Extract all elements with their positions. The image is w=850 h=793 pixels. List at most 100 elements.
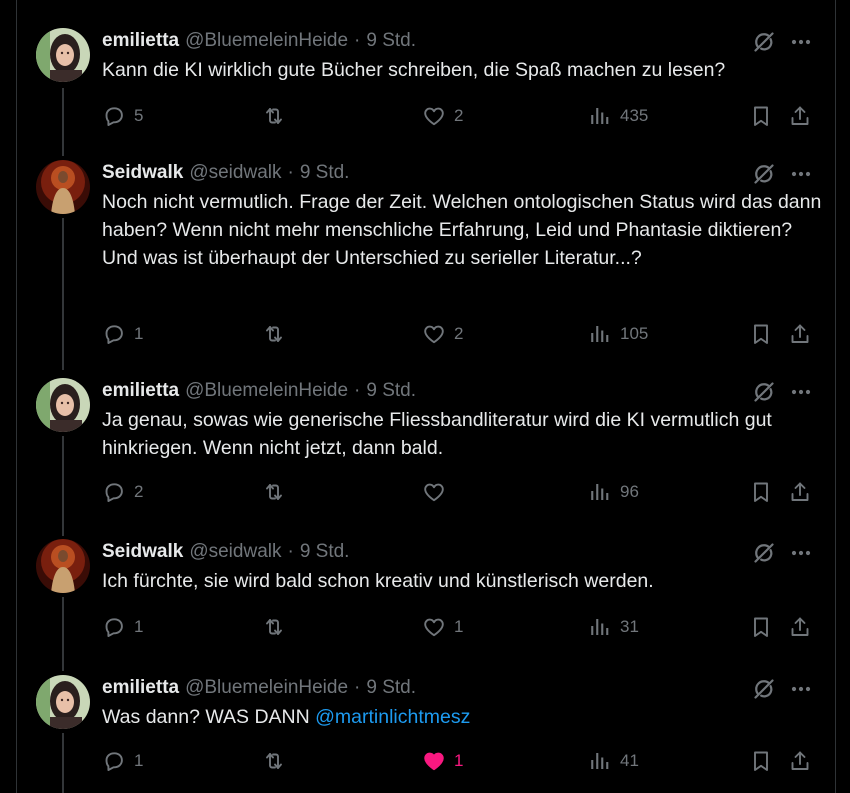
tweet[interactable]: Seidwalk @seidwalk · 9 Std. Ich fürchte,… — [16, 539, 836, 649]
analytics-icon — [588, 480, 612, 504]
bookmark-icon — [749, 322, 773, 346]
more-options-icon[interactable] — [788, 30, 814, 54]
grok-icon[interactable] — [752, 541, 776, 565]
reply-button[interactable]: 1 — [102, 613, 143, 641]
author-handle[interactable]: @seidwalk — [189, 162, 281, 184]
grok-icon[interactable] — [752, 30, 776, 54]
share-icon — [788, 322, 812, 346]
bookmark-button[interactable] — [749, 102, 773, 130]
reply-button[interactable]: 5 — [102, 102, 143, 130]
share-button[interactable] — [788, 613, 812, 641]
views-button[interactable]: 105 — [588, 320, 648, 348]
bookmark-icon — [749, 480, 773, 504]
author-name[interactable]: emilietta — [102, 677, 179, 699]
retweet-button[interactable] — [262, 613, 294, 641]
analytics-icon — [588, 104, 612, 128]
reply-icon — [102, 615, 126, 639]
reply-button[interactable]: 1 — [102, 747, 143, 775]
reply-icon — [102, 480, 126, 504]
like-button[interactable] — [422, 478, 454, 506]
tweet[interactable]: Seidwalk @seidwalk · 9 Std. Noch nicht v… — [16, 160, 836, 360]
tweet-text: Was dann? WAS DANN @martinlichtmesz — [102, 703, 822, 731]
tweet[interactable]: emilietta @BluemeleinHeide · 9 Std. Ja g… — [16, 378, 836, 518]
timestamp[interactable]: 9 Std. — [366, 30, 416, 52]
bookmark-button[interactable] — [749, 320, 773, 348]
author-name[interactable]: emilietta — [102, 30, 179, 52]
tweet-actions: 2 96 — [102, 478, 814, 506]
like-button[interactable]: 1 — [422, 613, 463, 641]
views-button[interactable]: 41 — [588, 747, 639, 775]
heart-icon — [422, 615, 446, 639]
more-options-icon[interactable] — [788, 380, 814, 404]
share-button[interactable] — [788, 478, 812, 506]
more-options-icon[interactable] — [788, 677, 814, 701]
tweet-actions: 1 2 105 — [102, 320, 814, 348]
author-handle[interactable]: @seidwalk — [189, 541, 281, 563]
like-button[interactable]: 1 — [422, 747, 463, 775]
tweet[interactable]: emilietta @BluemeleinHeide · 9 Std. Was … — [16, 675, 836, 785]
views-count: 105 — [620, 324, 649, 343]
tweet-text: Noch nicht vermutlich. Frage der Zeit. W… — [102, 188, 822, 272]
analytics-icon — [588, 749, 612, 773]
timestamp[interactable]: 9 Std. — [300, 162, 350, 184]
reply-count: 1 — [134, 324, 144, 343]
avatar[interactable] — [36, 675, 90, 729]
views-button[interactable]: 435 — [588, 102, 648, 130]
retweet-icon — [262, 615, 286, 639]
tweet-header: Seidwalk @seidwalk · 9 Std. — [102, 160, 349, 186]
share-button[interactable] — [788, 102, 812, 130]
share-icon — [788, 749, 812, 773]
author-name[interactable]: Seidwalk — [102, 162, 183, 184]
views-button[interactable]: 96 — [588, 478, 639, 506]
views-count: 41 — [620, 751, 639, 770]
retweet-button[interactable] — [262, 102, 294, 130]
reply-button[interactable]: 1 — [102, 320, 143, 348]
like-count: 1 — [454, 617, 464, 636]
timestamp[interactable]: 9 Std. — [366, 380, 416, 402]
timestamp[interactable]: 9 Std. — [300, 541, 350, 563]
bookmark-button[interactable] — [749, 478, 773, 506]
share-button[interactable] — [788, 320, 812, 348]
more-options-icon[interactable] — [788, 162, 814, 186]
bookmark-button[interactable] — [749, 747, 773, 775]
reply-count: 1 — [134, 617, 144, 636]
timestamp[interactable]: 9 Std. — [366, 677, 416, 699]
separator-dot: · — [287, 541, 294, 562]
bookmark-icon — [749, 104, 773, 128]
tweet-body: Was dann? WAS DANN — [102, 706, 316, 728]
avatar[interactable] — [36, 378, 90, 432]
author-handle[interactable]: @BluemeleinHeide — [185, 380, 348, 402]
tweet-header: emilietta @BluemeleinHeide · 9 Std. — [102, 675, 416, 701]
like-button[interactable]: 2 — [422, 102, 463, 130]
more-options-icon[interactable] — [788, 541, 814, 565]
grok-icon[interactable] — [752, 162, 776, 186]
avatar[interactable] — [36, 160, 90, 214]
author-name[interactable]: emilietta — [102, 380, 179, 402]
author-handle[interactable]: @BluemeleinHeide — [185, 30, 348, 52]
views-button[interactable]: 31 — [588, 613, 639, 641]
avatar[interactable] — [36, 539, 90, 593]
analytics-icon — [588, 615, 612, 639]
grok-icon[interactable] — [752, 380, 776, 404]
retweet-icon — [262, 322, 286, 346]
mention-link[interactable]: @martinlichtmesz — [315, 706, 470, 728]
share-icon — [788, 615, 812, 639]
bookmark-button[interactable] — [749, 613, 773, 641]
like-button[interactable]: 2 — [422, 320, 463, 348]
separator-dot: · — [354, 30, 361, 51]
tweet[interactable]: emilietta @BluemeleinHeide · 9 Std. Kann… — [16, 28, 836, 138]
heart-icon — [422, 104, 446, 128]
like-count: 2 — [454, 106, 464, 125]
right-column-border — [835, 0, 850, 793]
retweet-button[interactable] — [262, 747, 294, 775]
share-button[interactable] — [788, 747, 812, 775]
retweet-button[interactable] — [262, 478, 294, 506]
avatar[interactable] — [36, 28, 90, 82]
retweet-icon — [262, 104, 286, 128]
grok-icon[interactable] — [752, 677, 776, 701]
retweet-button[interactable] — [262, 320, 294, 348]
reply-button[interactable]: 2 — [102, 478, 143, 506]
author-handle[interactable]: @BluemeleinHeide — [185, 677, 348, 699]
views-count: 435 — [620, 106, 649, 125]
author-name[interactable]: Seidwalk — [102, 541, 183, 563]
